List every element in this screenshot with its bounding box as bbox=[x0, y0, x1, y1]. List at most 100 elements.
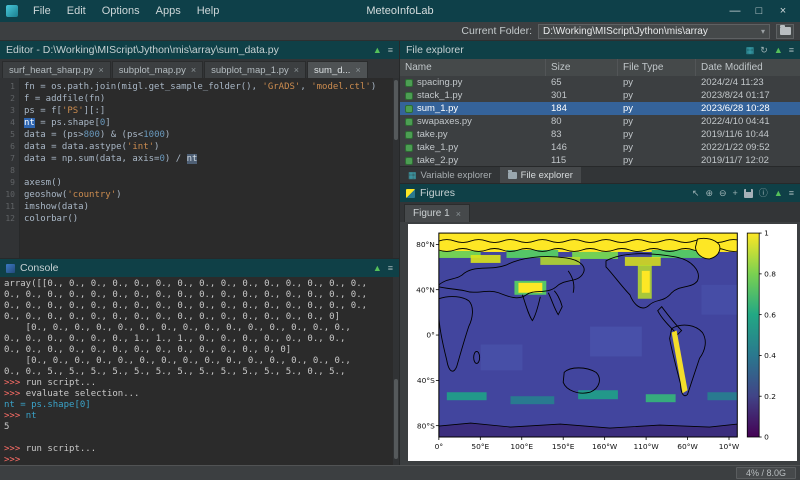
table-row[interactable]: take_2.py115py2019/11/7 12:02 bbox=[400, 154, 800, 166]
column-header-date-modified[interactable]: Date Modified bbox=[696, 59, 800, 76]
pan-icon[interactable]: + bbox=[733, 189, 738, 198]
console-line: 0., 0., 0., 0., 0., 0., 0., 0., 0., 0., … bbox=[4, 312, 395, 323]
close-icon[interactable]: × bbox=[355, 65, 360, 75]
zoom-in-icon[interactable]: ⊕ bbox=[705, 189, 713, 198]
file-date: 2019/11/7 12:02 bbox=[696, 154, 800, 166]
float-panel-icon[interactable]: ▲ bbox=[774, 189, 783, 198]
menu-edit[interactable]: Edit bbox=[59, 3, 94, 19]
file-name: spacing.py bbox=[417, 77, 462, 88]
menu-file[interactable]: File bbox=[25, 3, 59, 19]
console-line: array([[0., 0., 0., 0., 0., 0., 0., 0., … bbox=[4, 279, 395, 290]
float-panel-icon[interactable]: ▲ bbox=[373, 46, 382, 55]
editor-tab[interactable]: surf_heart_sharp.py × bbox=[2, 61, 111, 78]
editor-tab-label: surf_heart_sharp.py bbox=[9, 65, 94, 76]
float-panel-icon[interactable]: ▲ bbox=[774, 46, 783, 55]
y-axis-labels: 80°N40°N0°40°S80°S bbox=[416, 240, 435, 430]
editor-tab[interactable]: subplot_map_1.py× bbox=[204, 61, 306, 78]
select-cursor-icon[interactable]: ↖ bbox=[692, 189, 700, 198]
svg-text:50°E: 50°E bbox=[471, 442, 489, 451]
file-size: 83 bbox=[546, 128, 618, 141]
file-explorer-title: File explorer bbox=[406, 44, 464, 56]
editor-scrollbar[interactable] bbox=[393, 78, 399, 258]
figure-content: 0°50°E100°E150°E160°W110°W60°W10°W 80°N4… bbox=[400, 222, 800, 465]
menu-apps[interactable]: Apps bbox=[148, 3, 189, 19]
file-type: py bbox=[618, 89, 696, 102]
tab-variable-explorer[interactable]: ▦Variable explorer bbox=[400, 167, 500, 183]
editor-tab[interactable]: sum_d...× bbox=[307, 61, 368, 78]
menu-options[interactable]: Options bbox=[94, 3, 148, 19]
current-folder-combobox[interactable]: D:\Working\MIScript\Jython\mis\array ▾ bbox=[538, 24, 770, 39]
subtab-label: Variable explorer bbox=[421, 170, 492, 181]
svg-text:0°: 0° bbox=[426, 331, 435, 340]
memory-usage-indicator: 4% / 8.0G bbox=[736, 467, 796, 479]
colorbar-labels: 10.80.60.40.20 bbox=[764, 229, 776, 442]
file-name-cell: take_2.py bbox=[400, 154, 546, 166]
world-map-plot: 0°50°E100°E150°E160°W110°W60°W10°W 80°N4… bbox=[411, 227, 794, 458]
refresh-icon[interactable]: ↻ bbox=[760, 46, 768, 55]
x-axis-labels: 0°50°E100°E150°E160°W110°W60°W10°W bbox=[435, 442, 740, 451]
code-line: 8 bbox=[0, 165, 399, 177]
file-type: py bbox=[618, 154, 696, 166]
menu-help[interactable]: Help bbox=[189, 3, 228, 19]
console-output[interactable]: array([[0., 0., 0., 0., 0., 0., 0., 0., … bbox=[0, 277, 399, 465]
figure-canvas[interactable]: 0°50°E100°E150°E160°W110°W60°W10°W 80°N4… bbox=[408, 224, 797, 461]
close-icon[interactable]: × bbox=[294, 65, 299, 75]
close-icon[interactable]: × bbox=[191, 65, 196, 75]
editor-tab[interactable]: subplot_map.py× bbox=[112, 61, 203, 78]
folder-icon bbox=[508, 172, 517, 179]
editor-title: Editor - D:\Working\MIScript\Jython\mis\… bbox=[6, 44, 279, 56]
window-title: MeteoInfoLab bbox=[366, 5, 433, 17]
panel-menu-icon[interactable]: ≡ bbox=[388, 264, 393, 273]
panel-menu-icon[interactable]: ≡ bbox=[789, 46, 794, 55]
python-file-icon bbox=[405, 144, 413, 152]
console-line bbox=[4, 433, 395, 444]
title-bar: FileEditOptionsAppsHelp MeteoInfoLab — □… bbox=[0, 0, 800, 22]
float-panel-icon[interactable]: ▲ bbox=[373, 264, 382, 273]
code-text: ps = f['PS'][:] bbox=[20, 105, 105, 117]
chevron-down-icon[interactable]: ▾ bbox=[761, 27, 765, 36]
table-row[interactable]: swapaxes.py80py2022/4/10 04:41 bbox=[400, 115, 800, 128]
maximize-button[interactable]: □ bbox=[748, 1, 770, 21]
editor-header: Editor - D:\Working\MIScript\Jython\mis\… bbox=[0, 41, 399, 59]
grid-view-icon[interactable]: ▦ bbox=[746, 46, 755, 55]
svg-text:0.8: 0.8 bbox=[764, 270, 776, 279]
save-figure-icon[interactable] bbox=[744, 189, 753, 198]
current-folder-label: Current Folder: bbox=[461, 25, 532, 37]
code-text: axesm() bbox=[20, 177, 62, 189]
console-line: >>> evaluate selection... bbox=[4, 389, 395, 400]
code-text: data = np.sum(data, axis=0) / nt bbox=[20, 153, 197, 165]
table-row[interactable]: sum_1.py184py2023/6/28 10:28 bbox=[400, 102, 800, 115]
zoom-out-icon[interactable]: ⊖ bbox=[719, 189, 727, 198]
code-area[interactable]: 1fn = os.path.join(migl.get_sample_folde… bbox=[0, 78, 399, 258]
column-header-file-type[interactable]: File Type bbox=[618, 59, 696, 76]
panel-menu-icon[interactable]: ≡ bbox=[789, 189, 794, 198]
table-row[interactable]: take_1.py146py2022/1/22 09:52 bbox=[400, 141, 800, 154]
console-scrollbar[interactable] bbox=[393, 277, 399, 465]
minimize-button[interactable]: — bbox=[724, 1, 746, 21]
editor-panel: Editor - D:\Working\MIScript\Jython\mis\… bbox=[0, 41, 399, 259]
table-row[interactable]: take.py83py2019/11/6 10:44 bbox=[400, 128, 800, 141]
console-scrollbar-thumb[interactable] bbox=[394, 379, 398, 459]
file-size: 146 bbox=[546, 141, 618, 154]
close-icon[interactable]: × bbox=[99, 65, 104, 75]
file-name: take_1.py bbox=[417, 142, 458, 153]
close-button[interactable]: × bbox=[772, 1, 794, 21]
panel-menu-icon[interactable]: ≡ bbox=[388, 46, 393, 55]
tab-file-explorer[interactable]: File explorer bbox=[500, 167, 581, 183]
editor-scrollbar-thumb[interactable] bbox=[394, 80, 398, 140]
browse-folder-button[interactable] bbox=[776, 24, 794, 39]
line-number: 6 bbox=[0, 141, 20, 153]
console-line: 0., 0., 5., 5., 5., 5., 5., 5., 5., 5., … bbox=[4, 367, 395, 378]
file-size: 301 bbox=[546, 89, 618, 102]
file-explorer-panel: File explorer ▦ ↻ ▲ ≡ NameSizeFile TypeD… bbox=[400, 41, 800, 184]
info-icon[interactable]: ⓘ bbox=[759, 189, 768, 198]
column-header-size[interactable]: Size bbox=[546, 59, 618, 76]
column-header-name[interactable]: Name bbox=[400, 59, 546, 76]
main-area: Editor - D:\Working\MIScript\Jython\mis\… bbox=[0, 41, 800, 465]
table-row[interactable]: spacing.py65py2024/2/4 11:23 bbox=[400, 76, 800, 89]
close-icon[interactable]: × bbox=[456, 209, 461, 219]
code-line: 12colorbar() bbox=[0, 213, 399, 225]
figure-tab[interactable]: Figure 1 × bbox=[404, 204, 470, 222]
table-row[interactable]: stack_1.py301py2023/8/24 01:17 bbox=[400, 89, 800, 102]
svg-text:160°W: 160°W bbox=[592, 442, 618, 451]
